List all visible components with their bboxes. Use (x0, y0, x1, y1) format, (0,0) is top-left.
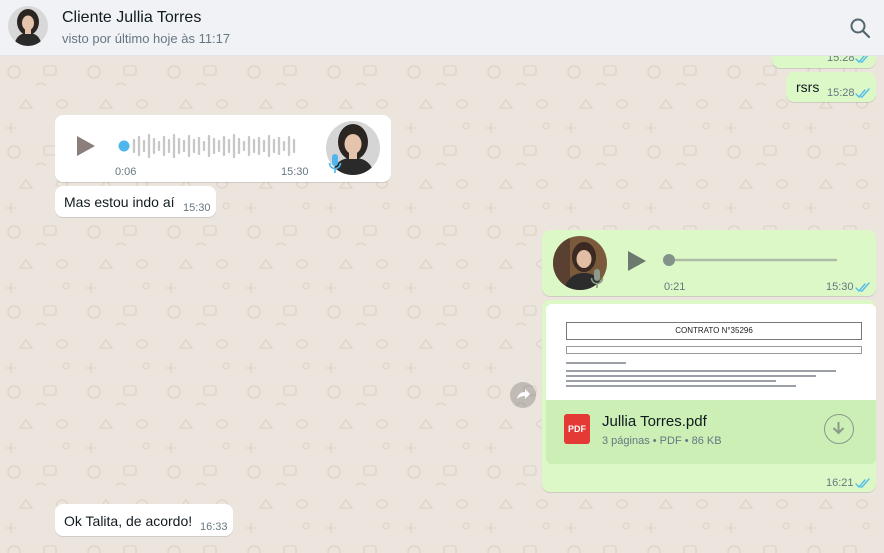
avatar-photo (8, 6, 48, 46)
preview-line (566, 346, 862, 354)
document-info[interactable]: PDF Jullia Torres.pdf 3 páginas • PDF • … (546, 400, 876, 464)
pdf-file-icon: PDF (564, 414, 590, 444)
voice-message-incoming[interactable]: 0:06 15:30 (55, 115, 391, 182)
contact-name[interactable]: Cliente Jullia Torres (62, 9, 201, 27)
microphone-icon (590, 269, 604, 288)
document-message-outgoing[interactable]: CONTRATO N°35296 PDF Jullia Torres.pdf 3… (542, 300, 876, 492)
message-time: 15:30 (183, 202, 211, 214)
search-button[interactable] (848, 16, 872, 40)
chat-header: Cliente Jullia Torres visto por último h… (0, 0, 884, 56)
preview-line (566, 375, 816, 377)
message-text: Mas estou indo aí (64, 194, 175, 210)
message-time: 16:21 (826, 477, 854, 489)
play-icon[interactable] (75, 134, 97, 158)
waveform-scrubber[interactable] (118, 131, 298, 161)
last-seen-status: visto por último hoje às 11:17 (62, 31, 231, 46)
read-ticks-icon (855, 88, 870, 99)
play-icon[interactable] (626, 249, 648, 273)
message-time: 15:30 (826, 281, 854, 293)
document-preview[interactable]: CONTRATO N°35296 (546, 304, 876, 400)
forward-button[interactable] (510, 382, 536, 408)
document-meta: 3 páginas • PDF • 86 KB (602, 435, 722, 447)
read-ticks-icon (855, 56, 869, 64)
read-ticks-icon (855, 282, 870, 293)
contact-avatar[interactable] (8, 6, 48, 46)
preview-title: CONTRATO N°35296 (566, 322, 862, 340)
download-icon (832, 422, 845, 435)
message-time: 15:28 (827, 56, 855, 64)
audio-progress-slider[interactable] (662, 253, 838, 267)
preview-line (566, 370, 836, 372)
message-time: 16:33 (200, 521, 228, 533)
preview-line (566, 385, 796, 387)
message-text: rsrs (796, 79, 820, 95)
message-outgoing[interactable]: 15:28 (772, 56, 876, 68)
read-ticks-icon (855, 478, 870, 489)
microphone-icon (328, 154, 342, 173)
message-time: 15:30 (281, 166, 309, 178)
preview-line (566, 380, 776, 382)
search-icon (850, 18, 871, 39)
voice-duration: 0:21 (664, 281, 686, 293)
voice-duration: 0:06 (115, 166, 137, 178)
voice-message-outgoing[interactable]: 0:21 15:30 (542, 230, 876, 296)
message-outgoing[interactable]: rsrs 15:28 (786, 72, 876, 102)
message-incoming[interactable]: Mas estou indo aí 15:30 (55, 186, 216, 217)
message-text: Ok Talita, de acordo! (64, 513, 193, 529)
chat-area[interactable]: 15:28 rsrs 15:28 0:06 15:30 Mas estou in… (0, 56, 884, 553)
message-time: 15:28 (827, 87, 855, 99)
document-name: Jullia Torres.pdf (602, 413, 707, 430)
message-incoming[interactable]: Ok Talita, de acordo! 16:33 (55, 504, 233, 536)
download-button[interactable] (824, 414, 854, 444)
forward-icon (517, 389, 530, 399)
preview-line (566, 362, 626, 364)
